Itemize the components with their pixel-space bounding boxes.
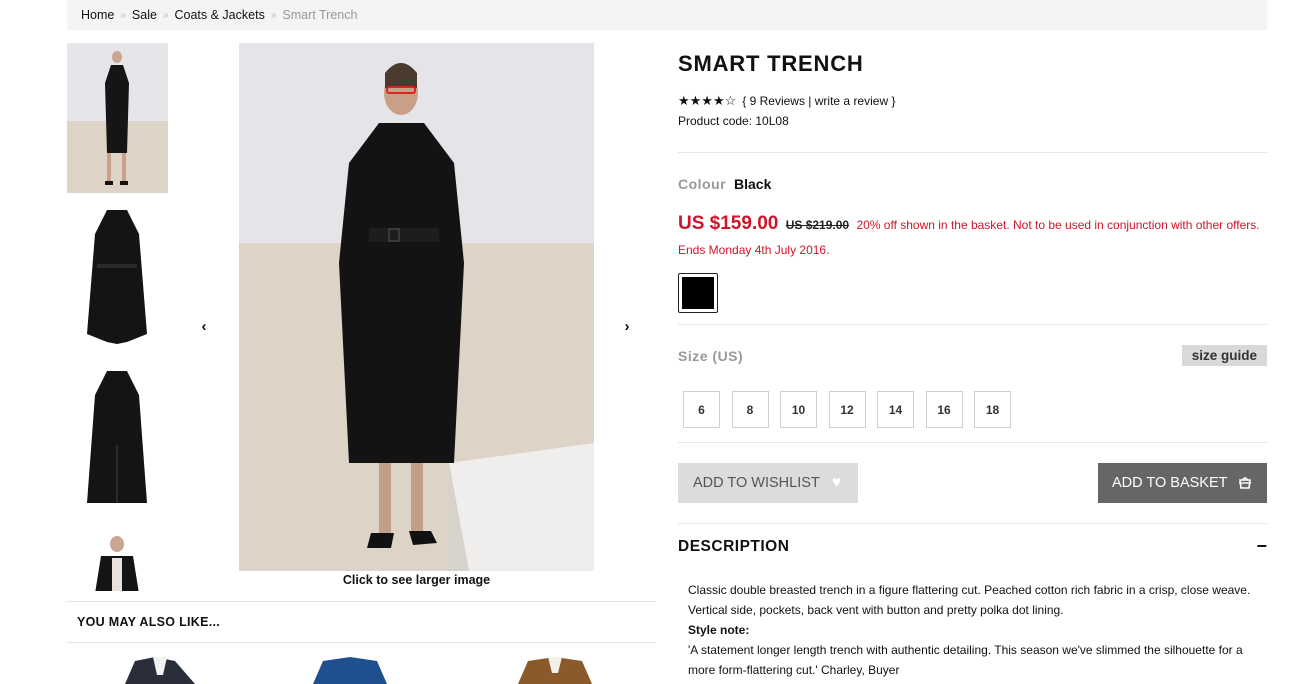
size-option[interactable]: 8 bbox=[731, 391, 769, 428]
original-price: US $219.00 bbox=[785, 218, 850, 232]
size-option[interactable]: 10 bbox=[780, 391, 817, 428]
collapse-icon[interactable]: − bbox=[1256, 536, 1267, 557]
colour-value: Black bbox=[734, 176, 772, 192]
description-label: DESCRIPTION bbox=[678, 537, 790, 555]
size-options: 6 8 10 12 14 16 18 bbox=[683, 391, 1267, 428]
thumbnail-model-front[interactable] bbox=[67, 43, 168, 193]
description-body: Classic double breasted trench in a figu… bbox=[678, 580, 1267, 680]
breadcrumb-separator: » bbox=[120, 9, 126, 21]
breadcrumb-separator: » bbox=[270, 9, 277, 21]
breadcrumb-home[interactable]: Home bbox=[81, 8, 114, 22]
add-to-wishlist-button[interactable]: ADD TO WISHLIST ♥ bbox=[678, 463, 858, 503]
product-code: Product code: 10L08 bbox=[678, 114, 789, 128]
thumbnail-model-detail[interactable] bbox=[67, 526, 168, 591]
breadcrumb-coats-jackets[interactable]: Coats & Jackets bbox=[175, 8, 265, 22]
reviews-link[interactable]: { 9 Reviews | write a review } bbox=[742, 94, 895, 108]
breadcrumb-current: Smart Trench bbox=[282, 8, 358, 22]
product-details: SMART TRENCH ★★★★☆ { 9 Reviews | write a… bbox=[678, 43, 1267, 680]
description-header[interactable]: DESCRIPTION − bbox=[678, 523, 1267, 557]
size-header: Size (US) size guide bbox=[678, 345, 1267, 366]
price-row: US $159.00 US $219.00 20% off shown in t… bbox=[678, 211, 1267, 263]
recommendation-item[interactable] bbox=[115, 655, 205, 684]
size-option[interactable]: 14 bbox=[877, 391, 914, 428]
size-label: Size (US) bbox=[678, 347, 744, 364]
also-like-heading: YOU MAY ALSO LIKE... bbox=[67, 601, 656, 643]
heart-icon: ♥ bbox=[831, 474, 842, 491]
sale-price: US $159.00 bbox=[678, 213, 779, 234]
chevron-right-icon[interactable]: › bbox=[619, 317, 635, 335]
size-option[interactable]: 12 bbox=[828, 391, 866, 428]
size-option[interactable]: 16 bbox=[925, 391, 963, 428]
breadcrumb-sale[interactable]: Sale bbox=[132, 8, 157, 22]
wishlist-label: ADD TO WISHLIST bbox=[693, 475, 820, 491]
colour-swatch-black[interactable] bbox=[678, 273, 718, 313]
divider bbox=[678, 442, 1267, 443]
recommendation-item[interactable] bbox=[510, 655, 600, 684]
star-rating-icon: ★★★★☆ bbox=[678, 93, 737, 108]
divider bbox=[678, 324, 1267, 325]
style-note-label: Style note: bbox=[688, 623, 750, 637]
style-note-text: 'A statement longer length trench with a… bbox=[688, 643, 1243, 677]
divider bbox=[678, 152, 1267, 153]
recommendation-item[interactable] bbox=[305, 655, 395, 684]
basket-icon bbox=[1238, 477, 1251, 489]
rating-row: ★★★★☆ { 9 Reviews | write a review } bbox=[678, 93, 1267, 109]
description-text: Classic double breasted trench in a figu… bbox=[688, 583, 1251, 617]
breadcrumb-separator: » bbox=[162, 9, 169, 21]
main-product-image[interactable] bbox=[239, 43, 594, 571]
size-option[interactable]: 18 bbox=[974, 391, 1011, 428]
thumbnail-coat-front[interactable] bbox=[67, 204, 168, 354]
product-title: SMART TRENCH bbox=[678, 51, 864, 76]
size-guide-button[interactable]: size guide bbox=[1181, 345, 1267, 366]
add-to-basket-button[interactable]: ADD TO BASKET bbox=[1098, 463, 1267, 503]
chevron-left-icon[interactable]: ‹ bbox=[196, 317, 212, 335]
breadcrumb: Home » Sale » Coats & Jackets » Smart Tr… bbox=[67, 0, 1267, 30]
larger-image-link[interactable]: Click to see larger image bbox=[239, 573, 594, 587]
basket-label: ADD TO BASKET bbox=[1112, 475, 1228, 491]
size-option[interactable]: 6 bbox=[683, 391, 720, 428]
thumbnail-strip bbox=[67, 43, 168, 591]
thumbnail-coat-back[interactable] bbox=[67, 365, 168, 515]
action-row: ADD TO WISHLIST ♥ ADD TO BASKET bbox=[678, 463, 1267, 503]
colour-row: Colour Black bbox=[678, 176, 1267, 192]
colour-label: Colour bbox=[678, 176, 727, 192]
